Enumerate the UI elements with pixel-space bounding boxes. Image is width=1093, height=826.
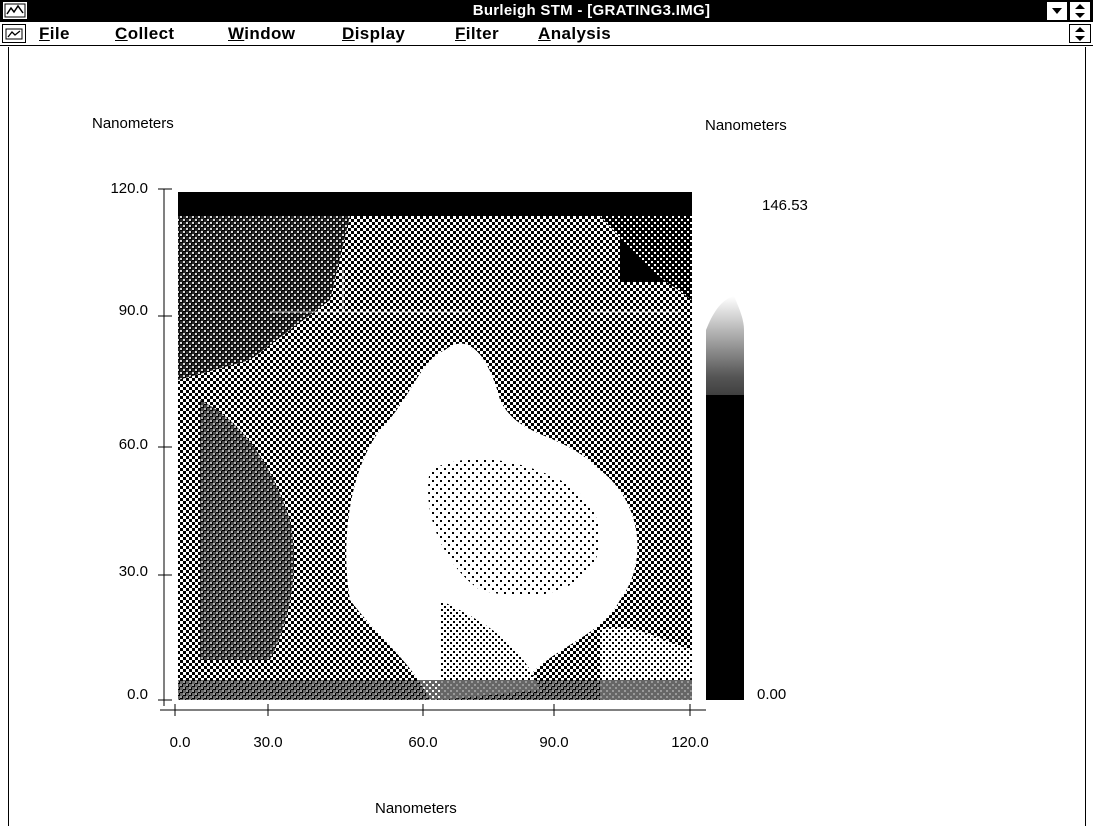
stm-image[interactable] xyxy=(178,192,692,700)
height-scale-bar xyxy=(706,296,744,700)
stm-image-view[interactable] xyxy=(0,0,1093,826)
